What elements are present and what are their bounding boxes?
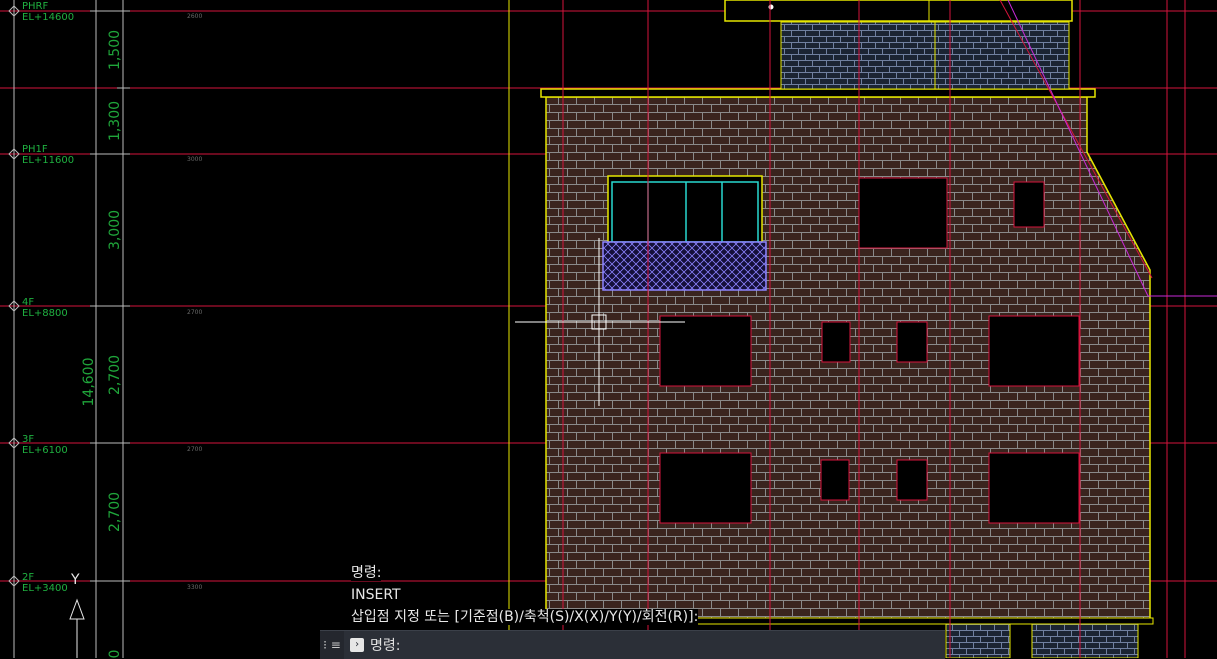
- ucs-y-label: Y: [70, 572, 80, 588]
- dim-text-bottom: 0: [107, 650, 123, 658]
- level-name-4f: 4F: [22, 297, 34, 308]
- command-prompt-label: 명령:: [370, 638, 401, 654]
- level-name-2f: 2F: [22, 572, 34, 583]
- small-label-5: 3300: [187, 584, 202, 591]
- level-elev-2f: EL+3400: [22, 583, 68, 594]
- dim-text-total: 14,600: [81, 358, 97, 407]
- dim-text-3: 3,000: [107, 210, 123, 250]
- command-history-line: INSERT: [351, 587, 401, 603]
- ucs-icon: [69, 598, 85, 658]
- small-label-3: 2700: [187, 309, 202, 316]
- level-name-ph1f: PH1F: [22, 144, 48, 155]
- small-label-2: 3000: [187, 156, 202, 163]
- level-name-phrf: PHRF: [22, 1, 48, 12]
- command-prompt-icon: ›: [350, 638, 364, 652]
- level-elev-ph1f: EL+11600: [22, 155, 74, 166]
- dim-text-5: 2,700: [107, 492, 123, 532]
- command-history-line: 삽입점 지정 또는 [기준점(B)/축척(S)/X(X)/Y(Y)/회전(R)]…: [351, 609, 699, 625]
- small-label-1: 2600: [187, 13, 202, 20]
- dim-text-1: 1,500: [107, 30, 123, 70]
- dimension-lines: [13, 0, 130, 658]
- grip-icon[interactable]: ⁝ ≡: [320, 631, 344, 659]
- balcony-window: [602, 175, 767, 291]
- level-elev-3f: EL+6100: [22, 445, 68, 456]
- level-name-3f: 3F: [22, 434, 34, 445]
- dim-text-2: 1,300: [107, 101, 123, 141]
- level-elev-phrf: EL+14600: [22, 12, 74, 23]
- level-elev-4f: EL+8800: [22, 308, 68, 319]
- command-input[interactable]: [406, 633, 945, 657]
- small-label-4: 2700: [187, 446, 202, 453]
- dim-text-4: 2,700: [107, 355, 123, 395]
- drawing-canvas[interactable]: PHRF EL+14600 PH1F EL+11600 4F EL+8800 3…: [0, 0, 1217, 658]
- command-line-bar[interactable]: ⁝ ≡ › 명령:: [320, 630, 945, 659]
- command-history-line: 명령:: [351, 565, 382, 581]
